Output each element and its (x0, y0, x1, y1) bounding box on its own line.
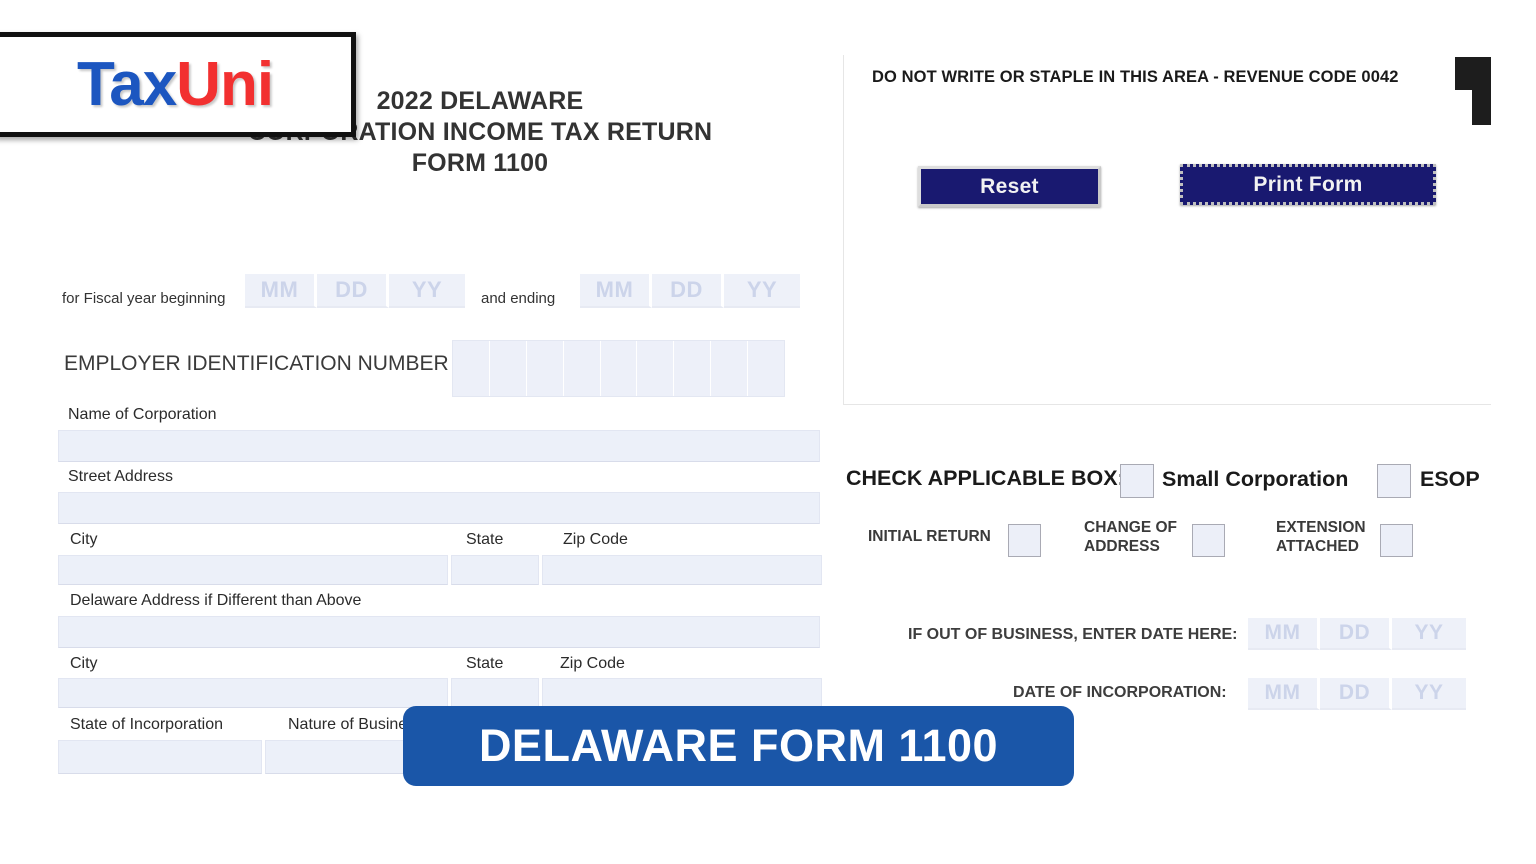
zip-code-label: Zip Code (563, 531, 628, 548)
delaware-form-banner: DELAWARE FORM 1100 (403, 706, 1074, 786)
small-corporation-label: Small Corporation (1162, 467, 1349, 491)
out-of-business-date-group[interactable]: MM DD YY (1248, 618, 1466, 650)
checkbox-change-of-address[interactable] (1192, 524, 1225, 557)
change-of-address-label: CHANGE OF ADDRESS (1084, 518, 1177, 556)
out-of-business-yy-input[interactable]: YY (1392, 618, 1466, 650)
fiscal-year-beginning-date-group[interactable]: MM DD YY (245, 274, 465, 308)
extension-attached-label-line2: ATTACHED (1276, 538, 1359, 555)
logo-text-tax: Tax (76, 49, 177, 119)
date-of-incorporation-group[interactable]: MM DD YY (1248, 678, 1466, 710)
state-label: State (466, 531, 504, 548)
initial-return-label: INITIAL RETURN (868, 528, 991, 545)
delaware-address-label: Delaware Address if Different than Above (70, 592, 362, 609)
reset-button[interactable]: Reset (918, 166, 1101, 207)
checkbox-small-corporation[interactable] (1120, 464, 1154, 498)
ein-input-group[interactable] (452, 340, 785, 397)
ein-digit-7[interactable] (711, 341, 749, 396)
name-of-corporation-input[interactable] (58, 430, 820, 462)
fiscal-begin-mm-input[interactable]: MM (245, 274, 317, 308)
ein-digit-4[interactable] (601, 341, 638, 396)
checkbox-extension-attached[interactable] (1380, 524, 1413, 557)
state-of-incorporation-label: State of Incorporation (70, 716, 223, 733)
registration-corner-mark-icon (1455, 57, 1491, 125)
city-label: City (70, 531, 98, 548)
city-input[interactable] (58, 555, 448, 585)
ein-digit-6[interactable] (674, 341, 712, 396)
fiscal-begin-yy-input[interactable]: YY (389, 274, 465, 308)
out-of-business-dd-input[interactable]: DD (1320, 618, 1392, 650)
checkbox-initial-return[interactable] (1008, 524, 1041, 557)
delaware-state-label: State (466, 655, 504, 672)
ein-digit-3[interactable] (564, 341, 601, 396)
banner-text: DELAWARE FORM 1100 (478, 720, 999, 771)
delaware-address-input[interactable] (58, 616, 820, 648)
panel-vertical-divider (843, 55, 844, 405)
corner-mark-leg-bar (1472, 57, 1491, 125)
extension-attached-label: EXTENSION ATTACHED (1276, 518, 1366, 556)
ein-digit-0[interactable] (453, 341, 490, 396)
title-line-3: FORM 1100 (411, 149, 549, 177)
fiscal-year-beginning-label: for Fiscal year beginning (62, 290, 226, 307)
ein-digit-2[interactable] (527, 341, 564, 396)
do-not-write-note: DO NOT WRITE OR STAPLE IN THIS AREA - RE… (872, 68, 1399, 86)
out-of-business-date-label: IF OUT OF BUSINESS, ENTER DATE HERE: (908, 626, 1238, 643)
ein-label: EMPLOYER IDENTIFICATION NUMBER (64, 352, 449, 375)
form-page: 2022 DELAWARE CORPORATION INCOME TAX RET… (0, 0, 1536, 864)
delaware-state-input[interactable] (451, 678, 539, 708)
checkbox-esop[interactable] (1377, 464, 1411, 498)
logo-text-uni: Uni (176, 49, 274, 119)
state-input[interactable] (451, 555, 539, 585)
change-of-address-label-line1: CHANGE OF (1084, 519, 1177, 536)
date-of-incorporation-label: DATE OF INCORPORATION: (1013, 684, 1227, 701)
fiscal-begin-dd-input[interactable]: DD (317, 274, 389, 308)
incorporation-dd-input[interactable]: DD (1320, 678, 1392, 710)
delaware-zip-code-input[interactable] (542, 678, 822, 708)
name-of-corporation-label: Name of Corporation (68, 406, 217, 423)
change-of-address-label-line2: ADDRESS (1084, 538, 1160, 555)
street-address-input[interactable] (58, 492, 820, 524)
print-form-button[interactable]: Print Form (1180, 164, 1436, 205)
fiscal-end-dd-input[interactable]: DD (652, 274, 724, 308)
ein-digit-8[interactable] (748, 341, 784, 396)
street-address-label: Street Address (68, 468, 173, 485)
zip-code-input[interactable] (542, 555, 822, 585)
incorporation-yy-input[interactable]: YY (1392, 678, 1466, 710)
fiscal-year-ending-date-group[interactable]: MM DD YY (580, 274, 800, 308)
extension-attached-label-line1: EXTENSION (1276, 519, 1366, 536)
fiscal-end-mm-input[interactable]: MM (580, 274, 652, 308)
fiscal-end-yy-input[interactable]: YY (724, 274, 800, 308)
incorporation-mm-input[interactable]: MM (1248, 678, 1320, 710)
ein-digit-5[interactable] (637, 341, 675, 396)
delaware-zip-code-label: Zip Code (560, 655, 625, 672)
logo-wordmark: TaxUni (77, 53, 274, 116)
state-of-incorporation-input[interactable] (58, 740, 262, 774)
ein-digit-1[interactable] (490, 341, 527, 396)
out-of-business-mm-input[interactable]: MM (1248, 618, 1320, 650)
delaware-city-input[interactable] (58, 678, 448, 708)
check-applicable-box-heading: CHECK APPLICABLE BOX: (846, 466, 1125, 490)
fiscal-year-ending-label: and ending (481, 290, 556, 307)
panel-horizontal-divider (843, 404, 1491, 405)
taxuni-logo: TaxUni (0, 32, 356, 137)
esop-label: ESOP (1420, 467, 1480, 491)
delaware-city-label: City (70, 655, 98, 672)
